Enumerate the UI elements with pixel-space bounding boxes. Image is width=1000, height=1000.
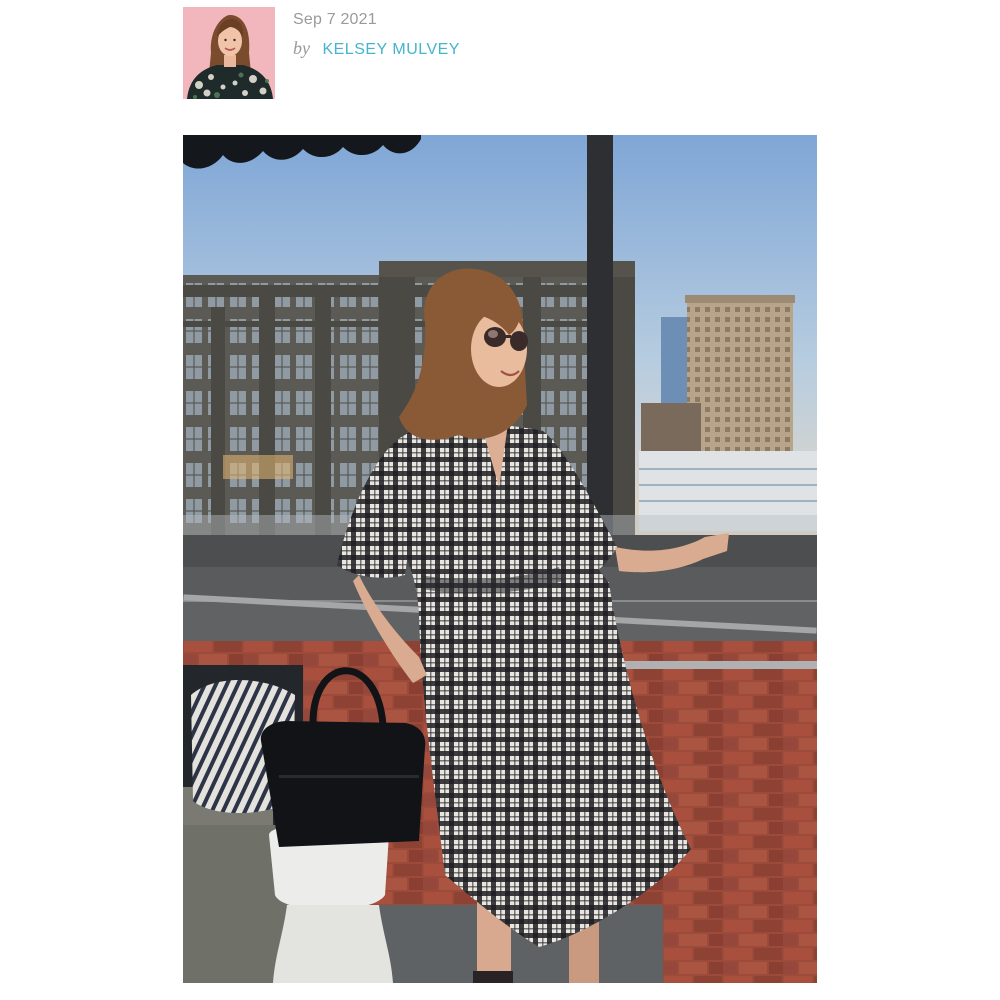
byline: Sep 7 2021 by KELSEY MULVEY (183, 7, 460, 99)
post-date: Sep 7 2021 (293, 11, 377, 28)
article-page: Sep 7 2021 by KELSEY MULVEY (0, 0, 1000, 1000)
outfit-photo (183, 135, 817, 983)
author-avatar[interactable] (183, 7, 275, 99)
author-line: by KELSEY MULVEY (293, 37, 460, 61)
by-label: by (293, 38, 310, 58)
outfit-photo-image (183, 135, 817, 983)
author-link[interactable]: KELSEY MULVEY (322, 41, 460, 58)
post-meta: Sep 7 2021 by KELSEY MULVEY (293, 9, 460, 61)
author-avatar-image (183, 7, 275, 99)
